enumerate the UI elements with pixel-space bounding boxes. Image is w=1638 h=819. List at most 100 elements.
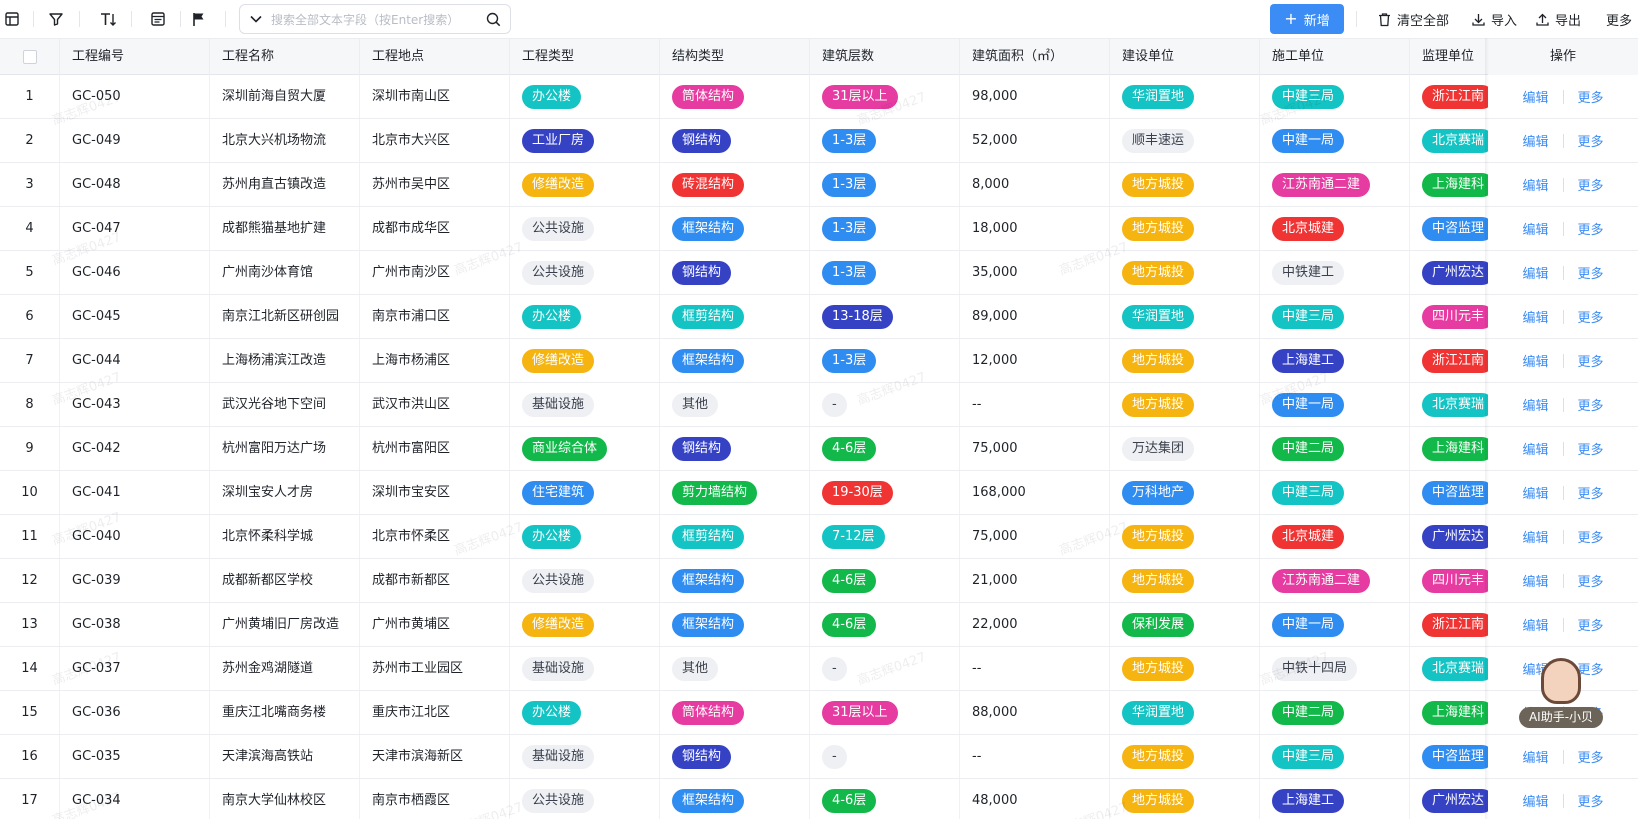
name-cell: 苏州金鸡湖隧道 [210,647,360,690]
more-link[interactable]: 更多 [1578,131,1604,150]
table-row[interactable]: 13 GC-038 广州黄埔旧厂房改造 广州市黄埔区 22,000 修缮改造 框架结构 4-6… [0,603,1638,647]
table-row[interactable]: 14 GC-037 苏州金鸡湖隧道 苏州市工业园区 -- 基础设施 其他 - 地方城投 中铁十四局… [0,647,1638,691]
supervisor-tag: 上海建科 [1422,700,1495,725]
structure-type-tag-cell: 砖混结构 [660,163,810,206]
more-link[interactable]: 更多 [1578,395,1604,414]
download-icon [1472,13,1485,26]
contractor-tag-cell: 江苏南通二建 [1260,559,1410,602]
table-row[interactable]: 4 GC-047 成都熊猫基地扩建 成都市成华区 18,000 公共设施 框架结构 1-3层 地… [0,207,1638,251]
add-button-label: 新增 [1303,13,1330,29]
edit-link[interactable]: 编辑 [1522,131,1548,150]
header-structure-type[interactable]: 结构类型 [660,39,810,75]
table-row[interactable]: 12 GC-039 成都新都区学校 成都市新都区 21,000 公共设施 框架结构 4-6层 地… [0,559,1638,603]
more-link[interactable]: 更多 [1578,351,1604,370]
table-row[interactable]: 11 GC-040 北京怀柔科学城 北京市怀柔区 75,000 办公楼 框剪结构 7-12层 地… [0,515,1638,559]
table-row[interactable]: 3 GC-048 苏州甪直古镇改造 苏州市吴中区 8,000 修缮改造 砖混结构 1-3层 地方… [0,163,1638,207]
structure-type-tag-cell: 框架结构 [660,559,810,602]
import-button[interactable]: 导入 [1471,9,1517,29]
more-link[interactable]: 更多 [1578,439,1604,458]
table-row[interactable]: 6 GC-045 南京江北新区研创园 南京市浦口区 89,000 办公楼 框剪结构 13-18… [0,295,1638,339]
supervisor-tag: 四川元丰 [1422,568,1495,593]
toolbar-divider [131,11,132,27]
name-cell: 南京江北新区研创园 [210,295,360,338]
add-button[interactable]: + 新增 [1270,4,1344,34]
edit-link[interactable]: 编辑 [1522,615,1548,634]
edit-link[interactable]: 编辑 [1522,263,1548,282]
chevron-down-icon[interactable] [249,12,263,26]
header-name[interactable]: 工程名称 [210,39,360,75]
table-row[interactable]: 9 GC-042 杭州富阳万达广场 杭州市富阳区 75,000 商业综合体 钢结构 4-6层 万… [0,427,1638,471]
edit-link[interactable]: 编辑 [1522,351,1548,370]
header-location[interactable]: 工程地点 [360,39,510,75]
row-index: 9 [0,427,60,470]
edit-link[interactable]: 编辑 [1522,395,1548,414]
table-row[interactable]: 17 GC-034 南京大学仙林校区 南京市栖霞区 48,000 公共设施 框架结构 4-6层… [0,779,1638,819]
more-link[interactable]: 更多 [1578,615,1604,634]
more-link[interactable]: 更多 [1578,527,1604,546]
export-button[interactable]: 导出 [1535,9,1581,29]
row-actions: 编辑 更多 [1488,515,1638,558]
more-link[interactable]: 更多 [1578,483,1604,502]
header-code[interactable]: 工程编号 [60,39,210,75]
more-link[interactable]: 更多 [1578,263,1604,282]
plus-icon: + [1284,9,1298,28]
edit-link[interactable]: 编辑 [1522,483,1548,502]
contractor-tag-cell: 中建一局 [1260,603,1410,646]
table-row[interactable]: 5 GC-046 广州南沙体育馆 广州市南沙区 35,000 公共设施 钢结构 1-3层 地方城… [0,251,1638,295]
table-row[interactable]: 8 GC-043 武汉光谷地下空间 武汉市洪山区 -- 基础设施 其他 - 地方城投 中建一局 北京… [0,383,1638,427]
row-index: 12 [0,559,60,602]
header-floors[interactable]: 建筑层数 [810,39,960,75]
more-link[interactable]: 更多 [1578,791,1604,810]
contractor-tag: 中建二局 [1272,436,1345,461]
search-input[interactable]: 搜索全部文本字段（按Enter搜索） [239,4,511,34]
table-row[interactable]: 7 GC-044 上海杨浦滨江改造 上海市杨浦区 12,000 修缮改造 框架结构 1-3层 地… [0,339,1638,383]
text-size-icon[interactable] [97,9,121,29]
contractor-tag: 北京城建 [1272,524,1345,549]
search-icon[interactable] [486,12,501,27]
more-link[interactable]: 更多 [1578,307,1604,326]
select-all-checkbox[interactable] [23,50,37,64]
edit-link[interactable]: 编辑 [1522,219,1548,238]
more-link[interactable]: 更多 [1578,175,1604,194]
header-project-type[interactable]: 工程类型 [510,39,660,75]
ai-assistant-button[interactable]: AI助手-小贝 [1516,658,1606,728]
header-builder[interactable]: 建设单位 [1110,39,1260,75]
header-contractor[interactable]: 施工单位 [1260,39,1410,75]
table-row[interactable]: 16 GC-035 天津滨海高铁站 天津市滨海新区 -- 基础设施 钢结构 - 地方城投 中建三局… [0,735,1638,779]
table-row[interactable]: 1 GC-050 深圳前海自贸大厦 深圳市南山区 98,000 办公楼 筒体结构 31层以上 华… [0,75,1638,119]
table-row[interactable]: 10 GC-041 深圳宝安人才房 深圳市宝安区 168,000 住宅建筑 剪力墙结构 19-… [0,471,1638,515]
edit-link[interactable]: 编辑 [1522,791,1548,810]
contractor-tag: 上海建工 [1272,348,1345,373]
name-cell: 深圳宝安人才房 [210,471,360,514]
more-toolbar-button[interactable]: 更多 [1606,9,1632,29]
more-link[interactable]: 更多 [1578,219,1604,238]
view-icon[interactable] [2,9,22,29]
table-row[interactable]: 2 GC-049 北京大兴机场物流 北京市大兴区 52,000 工业厂房 钢结构 1-3层 顺丰… [0,119,1638,163]
edit-link[interactable]: 编辑 [1522,747,1548,766]
more-link[interactable]: 更多 [1578,87,1604,106]
builder-tag-cell: 地方城投 [1110,735,1260,778]
name-cell: 广州南沙体育馆 [210,251,360,294]
contractor-tag-cell: 中铁建工 [1260,251,1410,294]
clear-all-button[interactable]: 清空全部 [1377,9,1449,29]
contractor-tag-cell: 中建二局 [1260,427,1410,470]
edit-link[interactable]: 编辑 [1522,87,1548,106]
supervisor-tag: 中咨监理 [1422,216,1495,241]
edit-link[interactable]: 编辑 [1522,175,1548,194]
more-link[interactable]: 更多 [1578,571,1604,590]
table-row[interactable]: 15 GC-036 重庆江北嘴商务楼 重庆市江北区 88,000 办公楼 筒体结构 31层以上… [0,691,1638,735]
builder-tag: 华润置地 [1122,304,1195,329]
header-area[interactable]: 建筑面积（㎡） [960,39,1110,75]
filter-icon[interactable] [46,9,66,29]
form-icon[interactable] [148,9,168,29]
edit-link[interactable]: 编辑 [1522,571,1548,590]
edit-link[interactable]: 编辑 [1522,527,1548,546]
row-index: 16 [0,735,60,778]
edit-link[interactable]: 编辑 [1522,439,1548,458]
flag-icon[interactable] [189,9,209,29]
more-link[interactable]: 更多 [1578,747,1604,766]
area-cell: 18,000 [960,207,1110,250]
edit-link[interactable]: 编辑 [1522,307,1548,326]
location-cell: 成都市新都区 [360,559,510,602]
builder-tag-cell: 顺丰速运 [1110,119,1260,162]
